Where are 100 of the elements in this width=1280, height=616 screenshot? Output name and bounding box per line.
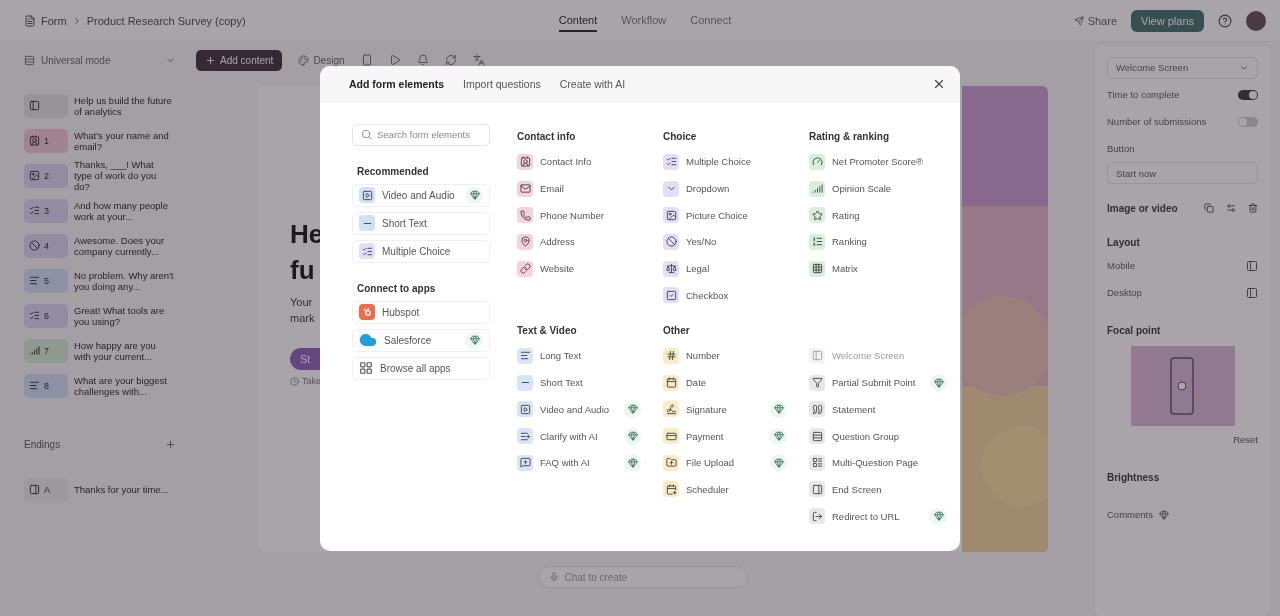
palette-icon: [298, 54, 310, 66]
dialog-tab[interactable]: Add form elements: [349, 78, 445, 90]
element-item[interactable]: Net Promoter Score®: [809, 148, 947, 176]
add-icon[interactable]: [165, 439, 176, 450]
element-item[interactable]: Clarify with AI: [517, 422, 641, 450]
question-title[interactable]: Awesome. Does your company currently...: [74, 234, 174, 257]
element-card[interactable]: Short Text: [352, 211, 490, 235]
element-item[interactable]: Partial Submit Point: [809, 369, 947, 396]
element-item[interactable]: Checkbox: [663, 281, 787, 309]
trash-icon[interactable]: [1248, 203, 1258, 213]
element-item[interactable]: Opinion Scale: [809, 175, 947, 202]
element-item[interactable]: Multi-Question Page: [809, 449, 947, 477]
panel-icon: [29, 484, 40, 495]
play-icon[interactable]: [388, 54, 401, 66]
setting-label: Mobile: [1107, 260, 1135, 271]
element-item[interactable]: Matrix: [809, 255, 947, 282]
element-item[interactable]: Video and Audio: [517, 396, 641, 423]
question-badge: 6: [24, 303, 68, 328]
add-content-button[interactable]: Add content: [196, 49, 283, 71]
question-title[interactable]: And how many people work at your...: [74, 199, 174, 222]
app-card[interactable]: Salesforce: [352, 328, 490, 352]
section-title: Other: [663, 323, 691, 338]
element-item[interactable]: Yes/No: [663, 228, 787, 256]
ban-icon: [29, 240, 40, 251]
element-item[interactable]: Legal: [663, 255, 787, 282]
element-item[interactable]: Website: [517, 255, 641, 282]
element-item[interactable]: Redirect to URL: [809, 502, 947, 530]
element-card[interactable]: Multiple Choice: [352, 239, 490, 263]
person-icon: [29, 135, 40, 146]
question-title[interactable]: Great! What tools are you using?: [74, 304, 174, 327]
app-card[interactable]: Browse all apps: [352, 356, 490, 380]
mode-select[interactable]: Universal mode: [24, 48, 176, 72]
setting-label: Desktop: [1107, 287, 1142, 298]
element-item[interactable]: Question Group: [809, 422, 947, 450]
element-item[interactable]: Date: [663, 369, 787, 396]
element-item[interactable]: Email: [517, 175, 641, 202]
share-link[interactable]: Share: [1073, 14, 1117, 27]
layout-icon[interactable]: [1246, 259, 1258, 272]
question-title[interactable]: What are your biggest challenges with...: [74, 374, 174, 397]
question-title[interactable]: What's your name and email?: [74, 129, 174, 152]
cloud-icon: [359, 331, 377, 349]
plans-button[interactable]: View plans: [1131, 9, 1204, 32]
reset-link[interactable]: Reset: [1233, 434, 1258, 445]
screen-select[interactable]: Welcome Screen: [1107, 56, 1258, 79]
setting-label: Number of submissions: [1107, 116, 1207, 127]
element-item[interactable]: Payment: [663, 422, 787, 450]
help-icon[interactable]: [1218, 13, 1232, 28]
question-badge: 8: [24, 373, 68, 398]
element-item[interactable]: Dropdown: [663, 175, 787, 202]
element-item[interactable]: End Screen: [809, 476, 947, 503]
element-item[interactable]: Scheduler: [663, 476, 787, 503]
search-field[interactable]: Search form elements: [352, 123, 490, 146]
section-title: Brightness: [1107, 471, 1160, 483]
toggle-switch[interactable]: [1238, 89, 1258, 100]
swap-icon[interactable]: [1226, 203, 1236, 213]
copy-icon[interactable]: [1204, 203, 1214, 213]
element-item[interactable]: Multiple Choice: [663, 148, 787, 176]
bell-icon[interactable]: [416, 54, 429, 66]
element-item[interactable]: Phone Number: [517, 201, 641, 229]
element-item[interactable]: Signature: [663, 396, 787, 423]
element-item[interactable]: File Upload: [663, 449, 787, 477]
avatar[interactable]: [1246, 10, 1266, 31]
layout-icon[interactable]: [1246, 286, 1258, 299]
question-title[interactable]: Thanks, ___! What type of work do you do?: [74, 159, 174, 192]
dialog-tab[interactable]: Create with AI: [559, 78, 626, 90]
close-icon: [932, 77, 946, 91]
element-card[interactable]: Video and Audio: [352, 183, 490, 207]
question-title[interactable]: Thanks for your time...: [74, 484, 174, 495]
element-item[interactable]: Short Text: [517, 369, 641, 396]
section-title: Text & Video: [517, 323, 578, 338]
element-item[interactable]: Contact Info: [517, 148, 641, 176]
element-item[interactable]: Number: [663, 342, 787, 370]
element-item[interactable]: FAQ with AI: [517, 449, 641, 477]
section-title: Choice: [663, 129, 698, 144]
setting-label: Button: [1107, 143, 1135, 154]
element-item[interactable]: Address: [517, 228, 641, 256]
lines-icon: [29, 380, 40, 391]
dialog-tab[interactable]: Import questions: [463, 78, 541, 90]
list-icon: [29, 310, 40, 321]
top-tab[interactable]: Content: [558, 9, 598, 32]
element-item[interactable]: Long Text: [517, 342, 641, 370]
app-card[interactable]: Hubspot: [352, 300, 490, 324]
toggle-switch[interactable]: [1238, 116, 1258, 127]
search-icon: [361, 129, 372, 140]
element-item[interactable]: Ranking: [809, 228, 947, 256]
question-title[interactable]: Help us build the future of analytics: [74, 94, 174, 117]
element-item[interactable]: Picture Choice: [663, 201, 787, 229]
button-text-field[interactable]: Start now: [1107, 162, 1258, 184]
refresh-icon[interactable]: [444, 54, 457, 66]
element-item[interactable]: Rating: [809, 201, 947, 229]
breadcrumb-link[interactable]: Form: [41, 14, 67, 27]
question-title[interactable]: How happy are you with your current...: [74, 339, 174, 362]
breadcrumb-title: Product Research Survey (copy): [86, 14, 246, 27]
element-item[interactable]: Statement: [809, 396, 947, 423]
phone-icon[interactable]: [360, 54, 373, 66]
translate-icon[interactable]: [472, 54, 485, 66]
question-title[interactable]: No problem. Why aren't you doing any...: [74, 269, 174, 292]
subtitle: Your mark: [290, 295, 315, 326]
section-title: Layout: [1107, 236, 1140, 248]
focal-point-drawing[interactable]: [1130, 346, 1235, 426]
